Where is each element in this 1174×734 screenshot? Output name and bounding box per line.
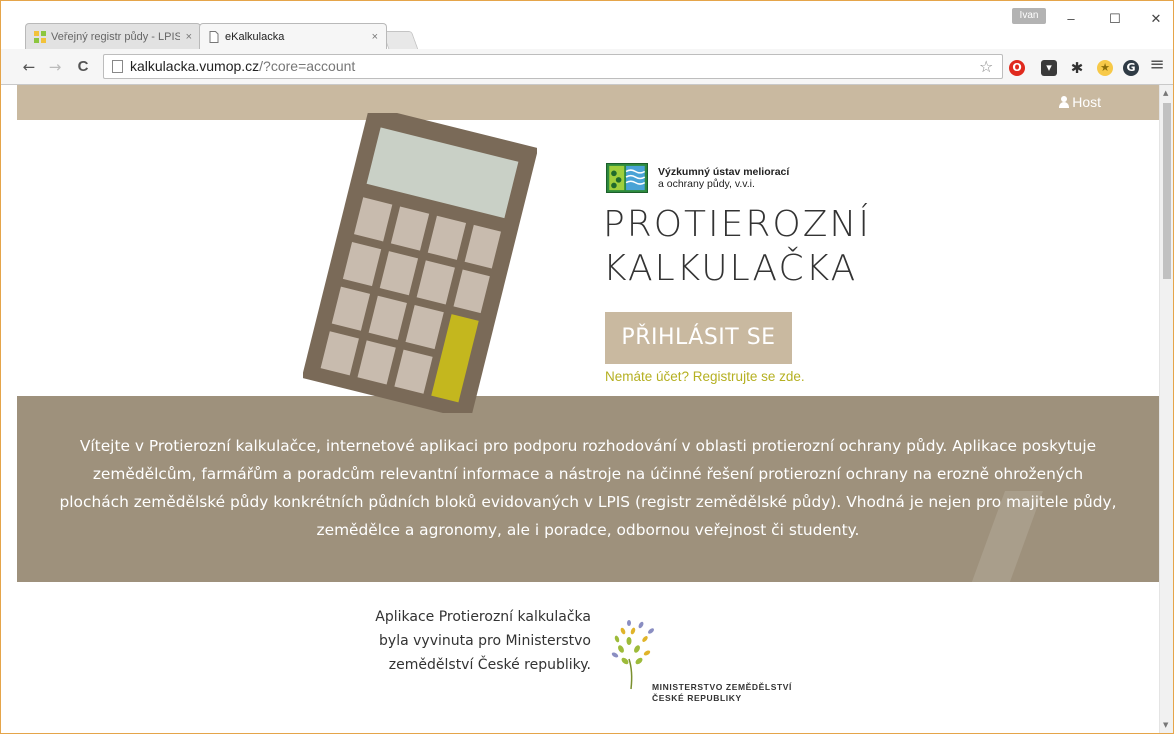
- lpis-favicon-icon: [34, 30, 46, 43]
- reload-button[interactable]: C: [73, 58, 93, 76]
- url-host: kalkulacka.vumop.cz: [130, 58, 260, 74]
- register-link[interactable]: Nemáte účet? Registrujte se zde.: [605, 369, 805, 384]
- minimize-button[interactable]: –: [1061, 11, 1081, 26]
- ministry-line2: ČESKÉ REPUBLIKY: [652, 693, 742, 703]
- title-bar: Veřejný registr půdy - LPIS × eKalkulack…: [1, 1, 1173, 49]
- star-extension-icon[interactable]: ★: [1097, 60, 1113, 76]
- calculator-illustration: [303, 113, 537, 413]
- bookmark-star-icon[interactable]: ☆: [979, 57, 993, 76]
- scroll-up-icon[interactable]: ▲: [1163, 89, 1168, 97]
- scrollbar-thumb[interactable]: [1163, 103, 1171, 279]
- credit-text: Aplikace Protierozní kalkulačka byla vyv…: [375, 609, 591, 673]
- tab-close-icon[interactable]: ×: [186, 31, 192, 43]
- tab-ekalkulacka[interactable]: eKalkulacka ×: [199, 23, 387, 49]
- page-title: PROTIEROZNÍ KALKULAČKA: [603, 203, 871, 291]
- vumop-logo[interactable]: Výzkumný ústav meliorací a ochrany půdy,…: [606, 163, 789, 193]
- tab-lpis[interactable]: Veřejný registr půdy - LPIS ×: [25, 23, 201, 49]
- ministry-line1: MINISTERSTVO ZEMĚDĚLSTVÍ: [652, 682, 793, 692]
- browser-toolbar: ← → C kalkulacka.vumop.cz/?core=account …: [1, 49, 1173, 85]
- close-window-button[interactable]: ✕: [1146, 11, 1166, 27]
- ghostery-extension-icon[interactable]: G: [1123, 60, 1139, 76]
- org-name-line1: Výzkumný ústav meliorací: [658, 166, 790, 178]
- profile-badge[interactable]: Ivan: [1012, 8, 1046, 24]
- guest-label: Host: [1072, 94, 1101, 110]
- tab-title: Veřejný registr půdy - LPIS: [51, 30, 180, 43]
- pocket-extension-icon[interactable]: ▾: [1041, 60, 1057, 76]
- guest-user-link[interactable]: Host: [1059, 94, 1101, 110]
- browser-window: Veřejný registr půdy - LPIS × eKalkulack…: [0, 0, 1174, 734]
- page-icon: [112, 60, 123, 73]
- back-button[interactable]: ←: [19, 58, 39, 76]
- vumop-logo-text: Výzkumný ústav meliorací a ochrany půdy,…: [658, 166, 789, 190]
- vertical-scrollbar[interactable]: ▲ ▼: [1159, 85, 1173, 733]
- vumop-logo-icon: [606, 163, 648, 193]
- intro-text: Vítejte v Protierozní kalkulačce, intern…: [59, 437, 1117, 539]
- new-tab-button[interactable]: [381, 31, 419, 49]
- login-button[interactable]: PŘIHLÁSIT SE: [605, 312, 792, 364]
- ministry-logo-text: MINISTERSTVO ZEMĚDĚLSTVÍ ČESKÉ REPUBLIKY: [652, 682, 792, 704]
- forward-button[interactable]: →: [45, 58, 65, 76]
- site-header: Host: [17, 85, 1159, 120]
- scroll-down-icon[interactable]: ▼: [1163, 721, 1168, 729]
- title-line2: KALKULAČKA: [603, 248, 858, 289]
- tab-title: eKalkulacka: [225, 30, 285, 43]
- user-icon: [1059, 96, 1070, 108]
- opera-extension-icon[interactable]: O: [1009, 60, 1025, 76]
- chrome-menu-icon[interactable]: ≡: [1147, 56, 1167, 74]
- title-line1: PROTIEROZNÍ: [603, 204, 871, 245]
- page-favicon-icon: [209, 30, 219, 43]
- address-bar[interactable]: kalkulacka.vumop.cz/?core=account: [103, 54, 1003, 79]
- ministry-tree-icon: [611, 620, 654, 690]
- org-name-line2: a ochrany půdy, v.v.i.: [658, 178, 755, 190]
- intro-band: Vítejte v Protierozní kalkulačce, intern…: [17, 396, 1159, 601]
- settings-extension-icon[interactable]: ✱: [1069, 60, 1085, 76]
- url-path: /?core=account: [259, 58, 356, 74]
- page-viewport: Host Vítejte v Protierozní kalkulačce, i…: [1, 85, 1159, 733]
- maximize-button[interactable]: ☐: [1105, 11, 1125, 27]
- page-left-margin: [1, 85, 17, 733]
- tab-close-icon[interactable]: ×: [372, 31, 378, 43]
